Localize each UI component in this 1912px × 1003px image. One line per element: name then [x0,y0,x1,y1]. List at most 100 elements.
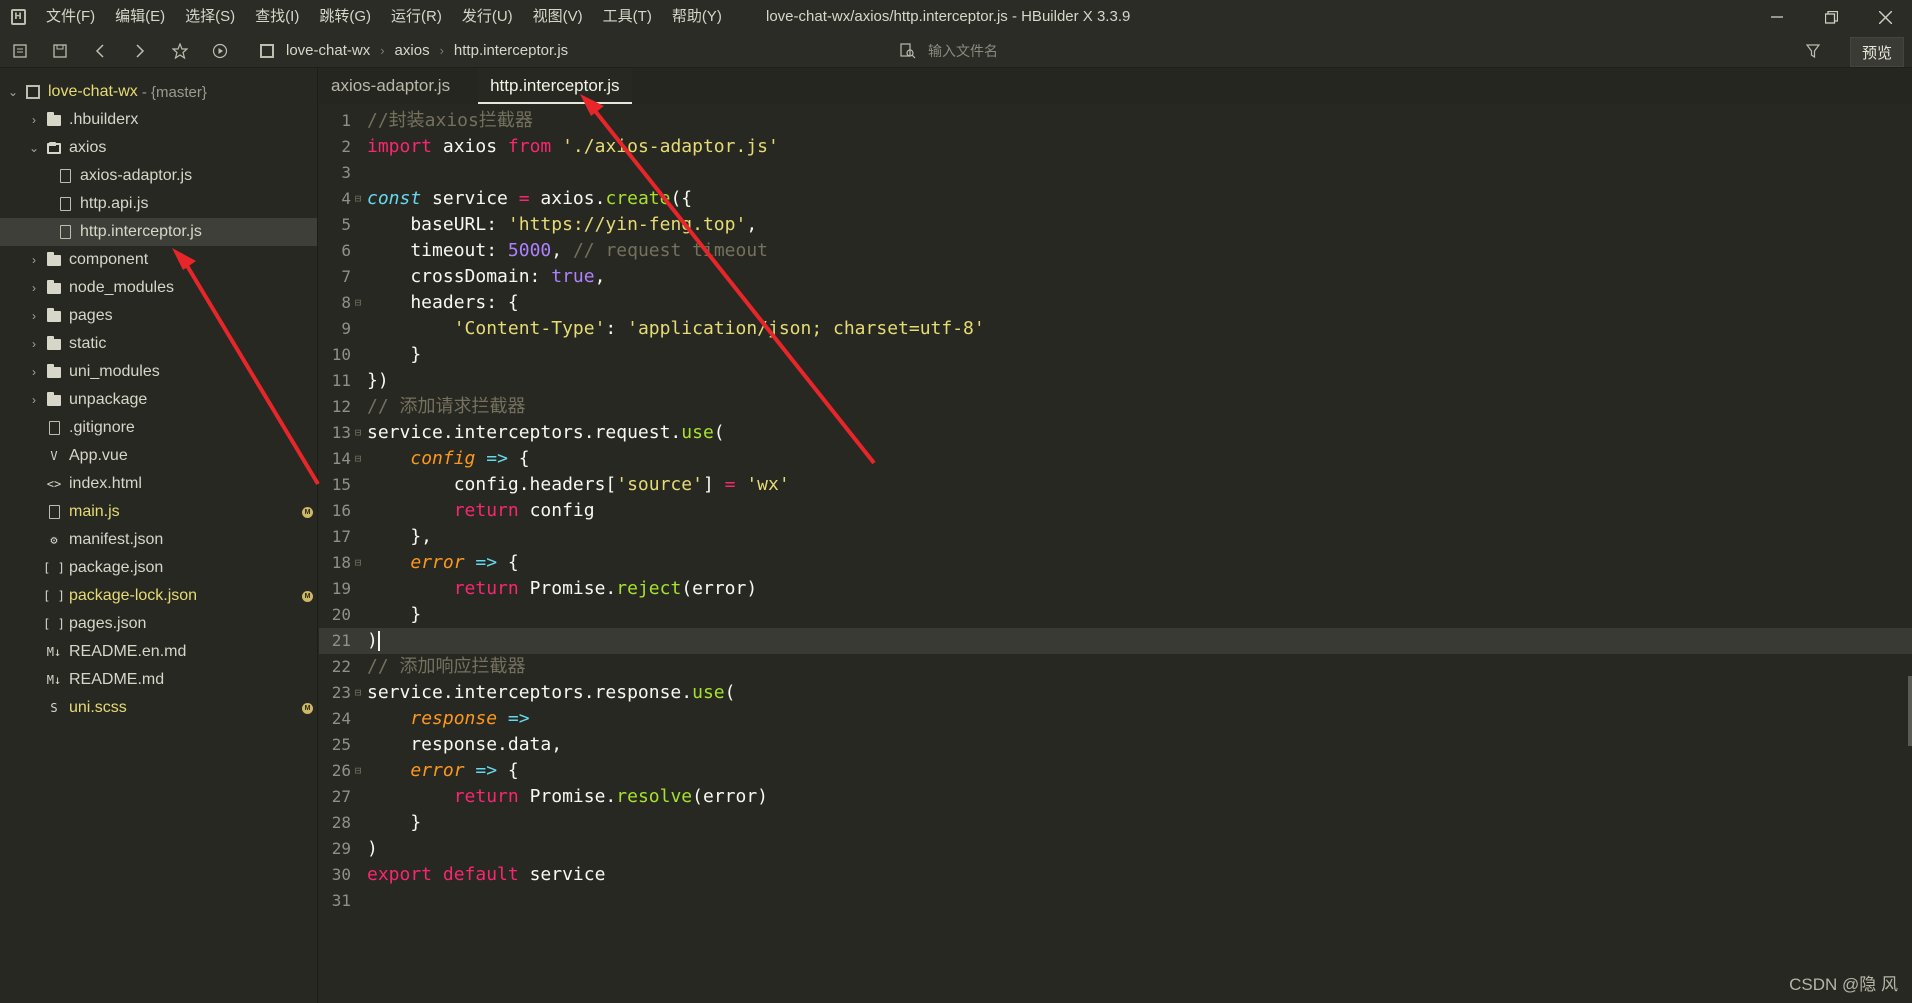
tree-item[interactable]: › uni_modules [0,358,317,386]
code-token: response.data, [367,734,563,755]
tree-item[interactable]: ⚙ manifest.json [0,526,317,554]
breadcrumb-project[interactable]: love-chat-wx [286,42,370,59]
fold-toggle-icon[interactable]: ⊟ [351,186,365,212]
menu-item[interactable]: 编辑(E) [105,0,175,34]
fold-gutter [351,108,365,134]
menu-item[interactable]: 选择(S) [175,0,245,34]
line-number: 20 [331,605,351,624]
code-token: { [497,760,519,781]
code-line: 25 response.data, [319,732,1912,758]
code-token: , [551,240,573,261]
tree-item[interactable]: V App.vue [0,442,317,470]
tree-item[interactable]: http.interceptor.js [0,218,317,246]
back-icon[interactable] [80,34,120,68]
close-icon[interactable] [1858,0,1912,34]
fold-toggle-icon[interactable]: ⊟ [351,758,365,784]
code-content [365,160,367,186]
tree-item[interactable]: › component [0,246,317,274]
editor-tab[interactable]: axios-adaptor.js [319,68,462,104]
tree-item[interactable]: › unpackage [0,386,317,414]
menu-item[interactable]: 文件(F) [36,0,105,34]
file-search-input[interactable] [928,43,1428,59]
modified-badge-icon: M [302,703,313,714]
fold-gutter [351,212,365,238]
scrollbar-marker[interactable] [1908,676,1912,746]
tree-item[interactable]: main.js M [0,498,317,526]
code-token: => [507,708,530,729]
tree-item[interactable]: M↓ README.en.md [0,638,317,666]
fold-toggle-icon[interactable]: ⊟ [351,290,365,316]
forward-icon[interactable] [120,34,160,68]
breadcrumb-folder[interactable]: axios [395,42,430,59]
tree-item[interactable]: <> index.html [0,470,317,498]
code-token: // 添加响应拦截器 [367,656,526,677]
tree-item-label: node_modules [69,279,174,296]
project-name: love-chat-wx [48,83,138,100]
tree-item[interactable]: [ ] pages.json [0,610,317,638]
star-icon[interactable] [160,34,200,68]
tree-item[interactable]: ⌄ axios [0,134,317,162]
line-number: 18 [331,553,351,572]
tree-item[interactable]: M↓ README.md [0,666,317,694]
code-token: // request timeout [572,240,769,261]
code-editor[interactable]: 1 //封装axios拦截器 2 import axios from './axios… [319,104,1912,1003]
code-token: from [507,136,552,157]
code-content: ) [365,628,380,654]
code-content: 'Content-Type': 'application/json; chars… [365,316,985,342]
preview-button[interactable]: 预览 [1850,37,1904,67]
fold-toggle-icon[interactable]: ⊟ [351,680,365,706]
code-token: , [746,214,758,235]
filter-icon[interactable] [1798,34,1828,68]
editor-tab[interactable]: http.interceptor.js [478,68,632,104]
branch-label: - {master} [141,83,207,101]
minimize-icon[interactable] [1750,0,1804,34]
code-content: } [365,342,421,368]
menu-item[interactable]: 运行(R) [381,0,452,34]
menu-item[interactable]: 帮助(Y) [662,0,732,34]
fold-toggle-icon[interactable]: ⊟ [351,446,365,472]
code-line: 1 //封装axios拦截器 [319,108,1912,134]
file-search [900,34,1428,68]
fold-toggle-icon[interactable]: ⊟ [351,550,365,576]
code-token: import [367,136,433,157]
menu-item[interactable]: 视图(V) [523,0,593,34]
code-token: create [605,188,671,209]
modified-badge-icon: M [302,591,313,602]
code-token: axios [432,136,508,157]
tree-item[interactable]: › .hbuilderx [0,106,317,134]
modified-badge-icon: M [302,507,313,518]
tree-item[interactable]: › static [0,330,317,358]
menu-item[interactable]: 工具(T) [593,0,662,34]
tree-item[interactable]: › node_modules [0,274,317,302]
line-number: 8 [341,293,351,312]
code-token: use [692,682,725,703]
code-token: } [367,604,422,625]
menu-item[interactable]: 发行(U) [452,0,523,34]
code-token: }, [367,526,433,547]
code-token: 'source' [616,474,703,495]
fold-toggle-icon[interactable]: ⊟ [351,420,365,446]
new-file-icon[interactable] [0,34,40,68]
tree-item[interactable]: Suni.scss M [0,694,317,722]
tree-item[interactable]: axios-adaptor.js [0,162,317,190]
tree-item[interactable]: .gitignore [0,414,317,442]
tree-item-label: static [69,335,107,352]
menu-item[interactable]: 查找(I) [245,0,309,34]
tree-item[interactable]: [ ] package.json [0,554,317,582]
code-token: { [507,448,530,469]
project-icon [26,85,40,99]
tree-project-root[interactable]: ⌄ love-chat-wx - {master} [0,78,317,106]
code-content: //封装axios拦截器 [365,108,533,134]
breadcrumb-file[interactable]: http.interceptor.js [454,42,568,59]
code-content: import axios from './axios-adaptor.js' [365,134,779,160]
menu-item[interactable]: 跳转(G) [309,0,381,34]
restore-icon[interactable] [1804,0,1858,34]
run-icon[interactable] [200,34,240,68]
tree-item[interactable]: [ ] package-lock.json M [0,582,317,610]
tree-item[interactable]: › pages [0,302,317,330]
tree-item[interactable]: http.api.js [0,190,317,218]
save-icon[interactable] [40,34,80,68]
code-content: service.interceptors.response.use( [365,680,735,706]
